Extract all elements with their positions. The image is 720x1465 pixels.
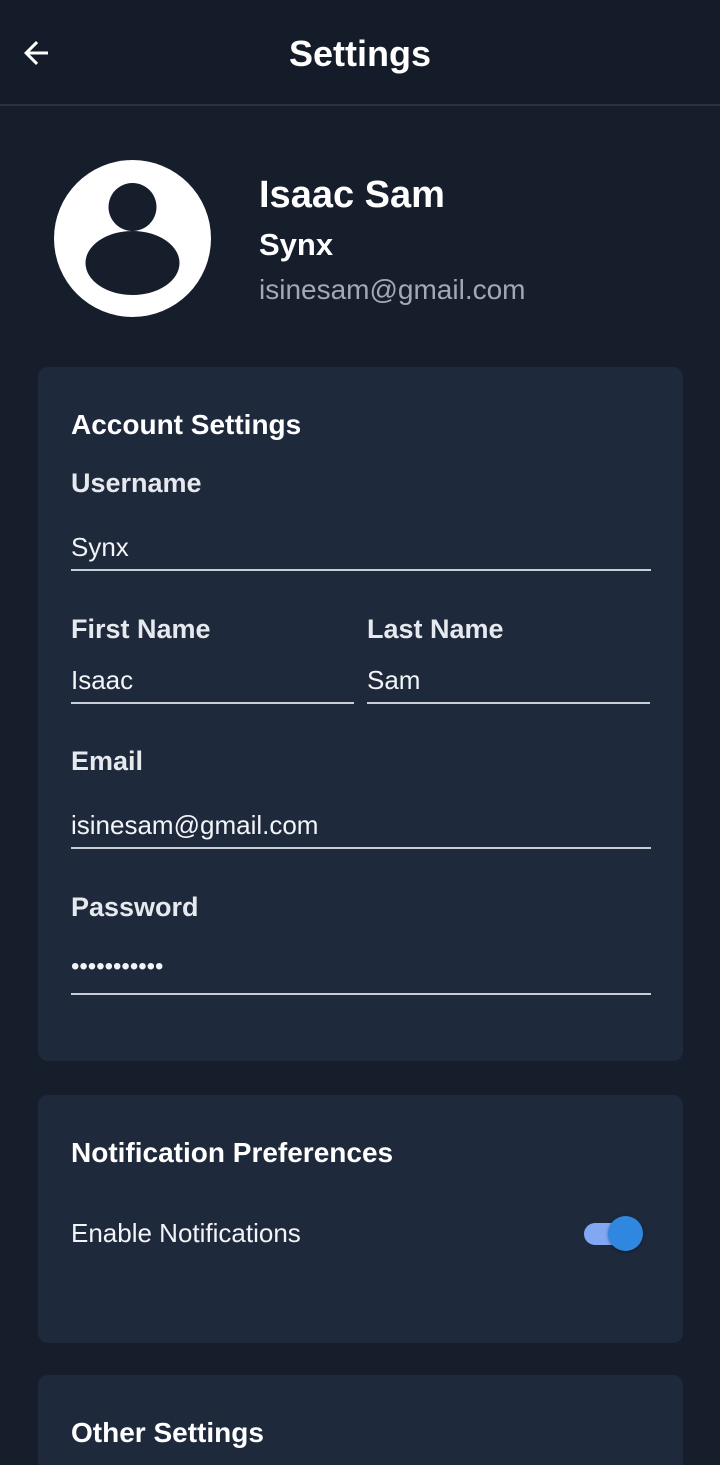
user-avatar-icon <box>85 183 180 295</box>
profile-name: Isaac Sam <box>259 174 445 216</box>
last-name-underline <box>367 702 650 704</box>
email-field[interactable]: isinesam@gmail.com <box>71 810 318 841</box>
first-name-field[interactable]: Isaac <box>71 665 133 696</box>
last-name-label: Last Name <box>367 614 504 644</box>
notification-preferences-card: Notification Preferences Enable Notifica… <box>38 1095 683 1343</box>
first-name-label: First Name <box>71 614 211 644</box>
email-underline <box>71 847 651 849</box>
account-settings-card: Account Settings Username Synx First Nam… <box>38 367 683 1061</box>
avatar[interactable] <box>54 160 211 317</box>
first-name-underline <box>71 702 354 704</box>
username-label: Username <box>71 468 202 498</box>
enable-notifications-label: Enable Notifications <box>71 1218 301 1248</box>
email-label: Email <box>71 746 144 776</box>
other-settings-card: Other Settings <box>38 1375 683 1465</box>
profile-email: isinesam@gmail.com <box>259 274 526 305</box>
username-field[interactable]: Synx <box>71 532 129 563</box>
top-app-bar: Settings <box>0 0 720 106</box>
last-name-field[interactable]: Sam <box>367 665 420 696</box>
other-settings-title: Other Settings <box>71 1417 264 1448</box>
username-underline <box>71 569 651 571</box>
notification-preferences-title: Notification Preferences <box>71 1137 394 1168</box>
enable-notifications-toggle[interactable] <box>582 1213 644 1253</box>
page-title: Settings <box>288 33 431 74</box>
account-settings-title: Account Settings <box>71 409 302 440</box>
toggle-knob <box>608 1216 643 1251</box>
password-field[interactable]: ••••••••••• <box>71 953 163 981</box>
profile-username: Synx <box>259 227 334 262</box>
password-underline <box>71 993 651 995</box>
password-label: Password <box>71 892 199 922</box>
settings-screen: Settings Isaac Sam Synx isinesam@gmail.c… <box>0 0 720 1465</box>
